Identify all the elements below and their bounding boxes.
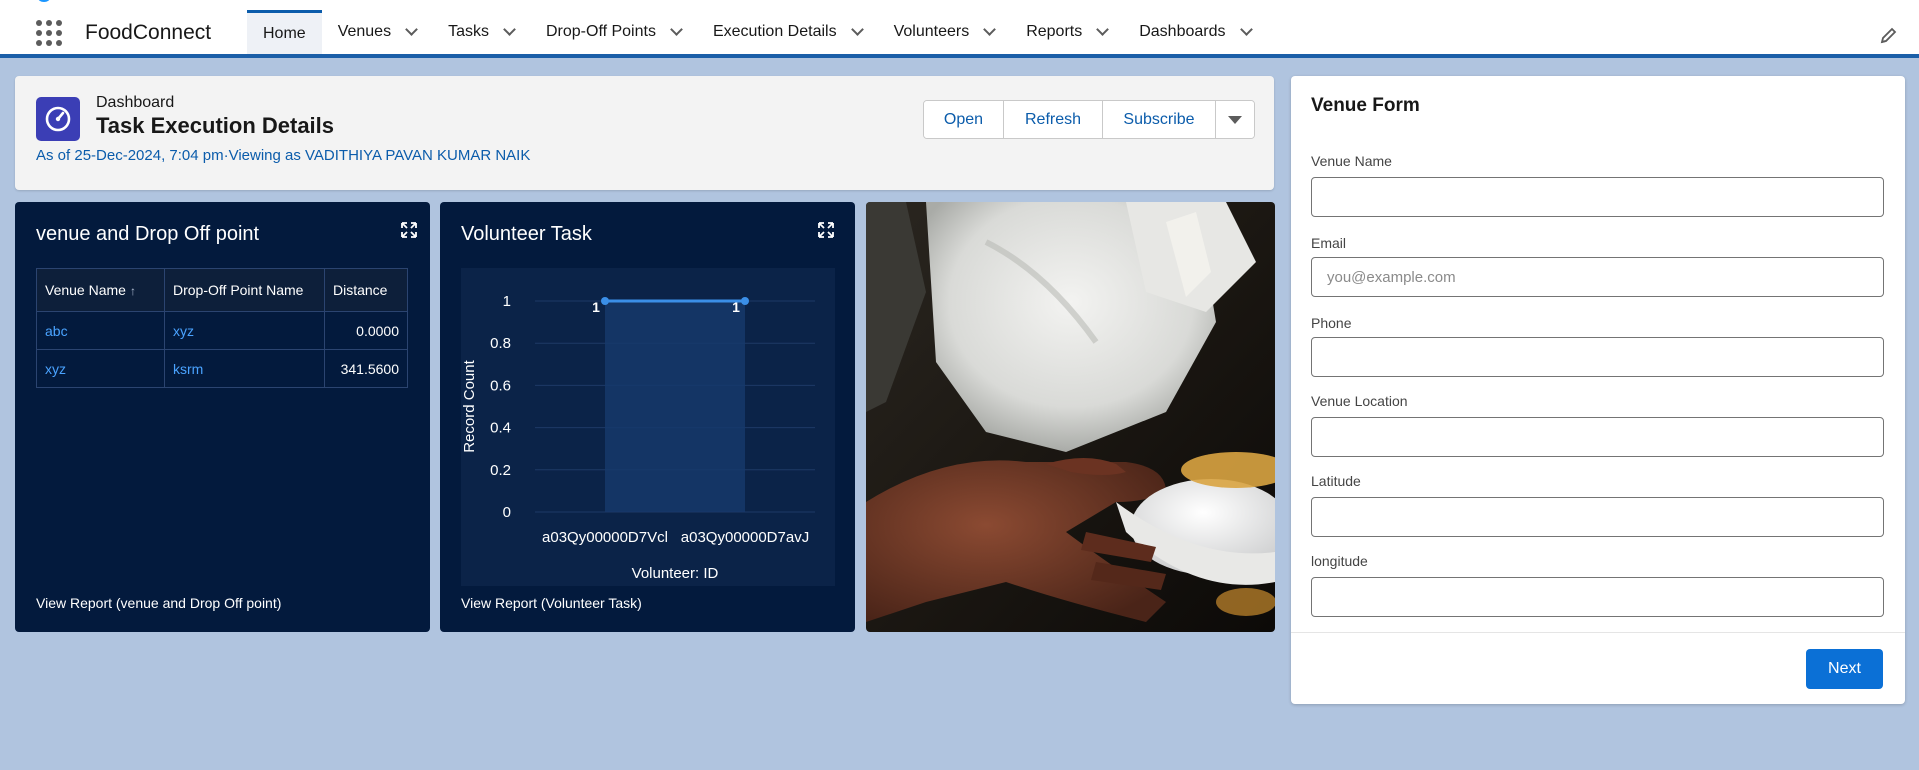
- venue-location-label: Venue Location: [1311, 393, 1408, 409]
- dashboard-title: Task Execution Details: [96, 113, 335, 138]
- tab-volunteers[interactable]: Volunteers: [878, 10, 1011, 54]
- chevron-down-icon[interactable]: [405, 23, 418, 36]
- table-row: abc xyz 0.0000: [36, 311, 408, 350]
- form-title: Venue Form: [1311, 95, 1420, 116]
- email-field[interactable]: [1311, 257, 1884, 297]
- column-header-distance[interactable]: Distance: [324, 268, 408, 312]
- chart-widget: Volunteer Task 0 0.2 0.4 0.6 0.8 1 Record Coun…: [440, 202, 855, 632]
- venue-name-label: Venue Name: [1311, 153, 1392, 169]
- distance-cell: 341.5600: [324, 349, 408, 388]
- form-footer-divider: [1291, 632, 1905, 633]
- chevron-down-icon[interactable]: [1239, 23, 1253, 36]
- venue-name-link[interactable]: xyz: [36, 349, 165, 388]
- dashboard-gauge-icon: [36, 97, 80, 141]
- chevron-down-icon[interactable]: [503, 23, 516, 36]
- data-point: [741, 297, 749, 305]
- tab-tasks[interactable]: Tasks: [432, 10, 530, 54]
- y-tick-label: 0: [503, 504, 511, 521]
- next-button[interactable]: Next: [1806, 649, 1883, 689]
- y-tick-label: 0.6: [490, 377, 511, 394]
- app-launcher-icon[interactable]: [36, 20, 62, 46]
- area-fill: [605, 301, 745, 512]
- more-actions-button[interactable]: [1216, 101, 1254, 138]
- drop-off-point-link[interactable]: xyz: [164, 311, 325, 350]
- data-point: [601, 297, 609, 305]
- chevron-down-icon[interactable]: [983, 23, 997, 36]
- sort-ascending-icon: ↑: [129, 284, 136, 298]
- table-row: xyz ksrm 341.5600: [36, 349, 408, 388]
- y-tick-label: 1: [503, 293, 511, 310]
- venue-name-link[interactable]: abc: [36, 311, 165, 350]
- expand-icon[interactable]: [401, 222, 417, 238]
- x-tick-label: a03Qy00000D7avJ: [681, 529, 809, 546]
- open-button[interactable]: Open: [924, 101, 1004, 138]
- dashboard-type-label: Dashboard: [96, 94, 175, 111]
- latitude-field[interactable]: [1311, 497, 1884, 537]
- tab-home[interactable]: Home: [247, 10, 322, 54]
- caret-down-icon: [1228, 115, 1242, 124]
- phone-field[interactable]: [1311, 337, 1884, 377]
- tab-label: Reports: [1026, 23, 1083, 40]
- pencil-edit-icon[interactable]: [1880, 26, 1898, 44]
- chevron-down-icon[interactable]: [670, 23, 683, 36]
- venue-location-field[interactable]: [1311, 417, 1884, 457]
- x-axis-label: Volunteer: ID: [632, 565, 719, 582]
- tab-venues[interactable]: Venues: [322, 10, 432, 54]
- latitude-label: Latitude: [1311, 473, 1361, 489]
- y-axis-label: Record Count: [461, 359, 478, 452]
- data-label: 1: [592, 299, 600, 315]
- table-widget: venue and Drop Off point Venue Name ↑ Dro…: [15, 202, 430, 632]
- dashboard-actions: Open Refresh Subscribe: [923, 100, 1255, 139]
- view-report-link[interactable]: View Report (Volunteer Task): [461, 595, 642, 611]
- dashboard-header: Dashboard Task Execution Details As of 2…: [15, 76, 1274, 190]
- dashboard-refresh-info: As of 25-Dec-2024, 7:04 pm·Viewing as VA…: [36, 147, 531, 164]
- drop-off-point-link[interactable]: ksrm: [164, 349, 325, 388]
- venue-form: Venue Form Venue Name Email Phone Venue …: [1291, 76, 1905, 704]
- column-header-label: Venue Name: [45, 282, 126, 298]
- tab-execution-details[interactable]: Execution Details: [697, 10, 878, 54]
- report-table: Venue Name ↑ Drop-Off Point Name Distance…: [36, 268, 408, 388]
- tab-drop-off-points[interactable]: Drop-Off Points: [530, 10, 697, 54]
- chevron-down-icon[interactable]: [850, 23, 864, 36]
- longitude-label: longitude: [1311, 553, 1368, 569]
- y-tick-label: 0.4: [490, 420, 511, 437]
- email-label: Email: [1311, 235, 1347, 251]
- tab-label: Home: [263, 24, 306, 42]
- table-header-row: Venue Name ↑ Drop-Off Point Name Distance: [36, 268, 408, 312]
- y-tick-label: 0.2: [490, 462, 511, 479]
- tab-label: Venues: [337, 23, 392, 40]
- tab-label: Drop-Off Points: [545, 23, 656, 40]
- subscribe-button[interactable]: Subscribe: [1103, 101, 1216, 138]
- x-tick-label: a03Qy00000D7Vcl: [542, 529, 668, 546]
- volunteer-task-chart: 0 0.2 0.4 0.6 0.8 1 Record Count 1 a03Qy00000D7V…: [461, 293, 815, 582]
- food-serving-image: [866, 202, 1275, 632]
- view-report-link[interactable]: View Report (venue and Drop Off point): [36, 595, 281, 611]
- app-name: FoodConnect: [85, 21, 212, 44]
- refresh-button[interactable]: Refresh: [1004, 101, 1103, 138]
- nav-tabs: Home Venues Tasks Drop-Off Points Execut…: [247, 10, 1267, 54]
- column-header-drop-off-point-name[interactable]: Drop-Off Point Name: [164, 268, 325, 312]
- tab-label: Volunteers: [893, 23, 970, 40]
- tab-label: Tasks: [448, 23, 489, 40]
- tab-dashboards[interactable]: Dashboards: [1123, 10, 1266, 54]
- setup-indicator: [38, 0, 50, 2]
- longitude-field[interactable]: [1311, 577, 1884, 617]
- chevron-down-icon[interactable]: [1096, 23, 1110, 36]
- tab-label: Dashboards: [1139, 23, 1226, 40]
- tab-label: Execution Details: [712, 23, 837, 40]
- distance-cell: 0.0000: [324, 311, 408, 350]
- widget-title: venue and Drop Off point: [36, 223, 260, 245]
- venue-name-field[interactable]: [1311, 177, 1884, 217]
- column-header-venue-name[interactable]: Venue Name ↑: [36, 268, 165, 312]
- global-navigation: FoodConnect Home Venues Tasks Drop-Off P…: [0, 0, 1919, 58]
- y-tick-label: 0.8: [490, 335, 511, 352]
- tab-reports[interactable]: Reports: [1010, 10, 1123, 54]
- data-label: 1: [732, 299, 740, 315]
- phone-label: Phone: [1311, 315, 1352, 331]
